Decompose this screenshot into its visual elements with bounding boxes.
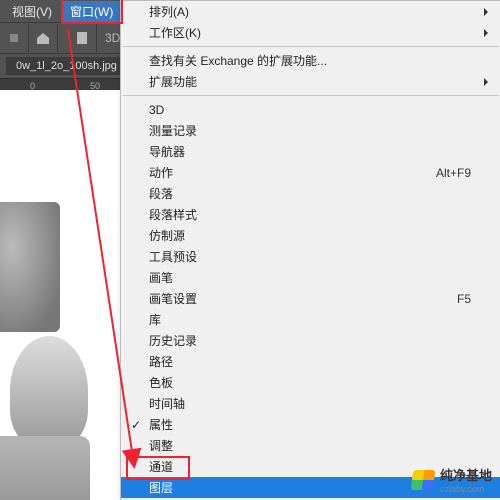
tool-slot[interactable] <box>0 24 29 52</box>
window-menu: 排列(A) 工作区(K) 查找有关 Exchange 的扩展功能... 扩展功能… <box>120 0 500 500</box>
menu-paths[interactable]: 路径 <box>121 351 500 372</box>
menu-workspace[interactable]: 工作区(K) <box>121 22 500 43</box>
watermark-logo-icon <box>411 470 436 490</box>
menu-paragraph[interactable]: 段落 <box>121 183 500 204</box>
home-button[interactable] <box>29 24 58 52</box>
docs-icon <box>74 30 90 46</box>
photoshop-window: 视图(V) 窗口(W) 3D 0w_1l_2o_100sh.jpg @ 0 50… <box>0 0 500 500</box>
menu-library[interactable]: 库 <box>121 309 500 330</box>
menu-separator <box>123 95 499 96</box>
menu-extensions[interactable]: 扩展功能 <box>121 71 500 92</box>
menu-paragraph-styles[interactable]: 段落样式 <box>121 204 500 225</box>
menu-tool-presets[interactable]: 工具预设 <box>121 246 500 267</box>
menu-exchange[interactable]: 查找有关 Exchange 的扩展功能... <box>121 50 500 71</box>
menu-actions[interactable]: 动作Alt+F9 <box>121 162 500 183</box>
artwork-figure <box>0 202 60 332</box>
menu-history[interactable]: 历史记录 <box>121 330 500 351</box>
watermark-name: 纯净基地 <box>440 468 492 483</box>
menu-window[interactable]: 窗口(W) <box>62 1 121 22</box>
menu-swatches[interactable]: 色板 <box>121 372 500 393</box>
docs-button[interactable] <box>68 24 97 52</box>
menu-timeline[interactable]: 时间轴 <box>121 393 500 414</box>
menu-brush-settings[interactable]: 画笔设置F5 <box>121 288 500 309</box>
menu-navigator[interactable]: 导航器 <box>121 141 500 162</box>
menu-separator <box>123 46 499 47</box>
menu-arrange[interactable]: 排列(A) <box>121 1 500 22</box>
menu-measure[interactable]: 测量记录 <box>121 120 500 141</box>
menu-view[interactable]: 视图(V) <box>4 1 60 22</box>
menu-adjustments[interactable]: 调整 <box>121 435 500 456</box>
artwork-figure <box>10 336 88 446</box>
chevron-icon <box>6 30 22 46</box>
watermark-url: czlaby.com <box>440 484 492 494</box>
menu-properties[interactable]: 属性 <box>121 414 500 435</box>
menu-3d[interactable]: 3D <box>121 99 500 120</box>
watermark: 纯净基地 czlaby.com <box>412 465 492 494</box>
artwork-figure <box>0 436 90 500</box>
menu-clone-source[interactable]: 仿制源 <box>121 225 500 246</box>
home-icon <box>35 30 51 46</box>
menu-brush[interactable]: 画笔 <box>121 267 500 288</box>
